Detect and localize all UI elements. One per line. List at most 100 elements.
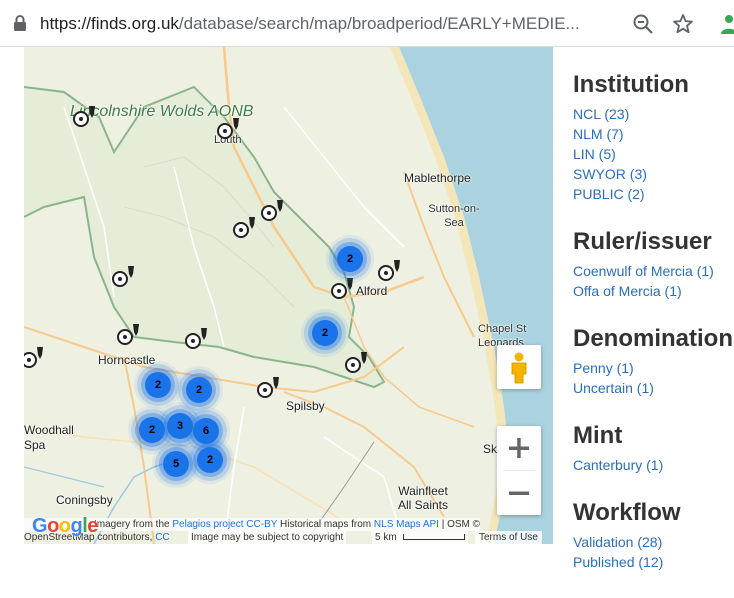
facet-item: NCL (23) xyxy=(573,104,734,124)
facet-mint: Mint Canterbury (1) xyxy=(573,421,734,475)
facet-link-public[interactable]: PUBLIC (2) xyxy=(573,186,645,202)
facet-item: Uncertain (1) xyxy=(573,378,734,398)
attribution-historical-text: Historical maps from xyxy=(277,519,374,530)
scale-bar xyxy=(402,534,465,541)
url-field[interactable]: https://finds.org.uk/database/search/map… xyxy=(40,12,615,36)
google-logo-letter: G xyxy=(32,515,48,537)
zoom-out-button[interactable] xyxy=(497,471,541,515)
marker-cluster[interactable]: 2 xyxy=(186,377,212,403)
cc-link[interactable]: CC xyxy=(155,532,169,543)
facet-title: Workflow xyxy=(573,499,681,526)
facet-link-coenwulf[interactable]: Coenwulf of Mercia (1) xyxy=(573,263,714,279)
bookmark-star-icon[interactable] xyxy=(671,12,695,36)
find-marker-icon[interactable] xyxy=(116,322,142,346)
label-horncastle: Horncastle xyxy=(98,353,156,367)
label-woodhall-spa: Woodhall Spa xyxy=(24,423,74,452)
map-attribution: Imagery from the Pelagios project CC-BY … xyxy=(24,515,553,544)
browser-address-bar: https://finds.org.uk/database/search/map… xyxy=(0,0,734,47)
url-path: /database/search/map/broadperiod/EARLY+M… xyxy=(178,14,580,33)
facet-link-swyor[interactable]: SWYOR (3) xyxy=(573,166,647,182)
attribution-imagery-text: Imagery from the xyxy=(94,519,173,530)
find-marker-icon[interactable] xyxy=(232,215,258,239)
marker-cluster[interactable]: 2 xyxy=(337,246,363,272)
facet-item: Published (12) xyxy=(573,552,734,572)
marker-cluster[interactable]: 2 xyxy=(312,320,338,346)
find-marker-icon[interactable] xyxy=(111,264,137,288)
find-marker-icon[interactable] xyxy=(216,116,242,140)
facet-list: Canterbury (1) xyxy=(573,455,734,475)
facet-institution: Institution NCL (23) NLM (7) LIN (5) SWY… xyxy=(573,70,734,204)
facet-link-nlm[interactable]: NLM (7) xyxy=(573,126,624,142)
facet-title: Mint xyxy=(573,422,623,449)
facet-link-ncl[interactable]: NCL (23) xyxy=(573,106,629,122)
marker-cluster[interactable]: 3 xyxy=(167,413,193,439)
facet-item: Validation (28) xyxy=(573,532,734,552)
find-marker-icon[interactable] xyxy=(330,276,356,300)
find-marker-icon[interactable] xyxy=(377,258,403,282)
lock-icon[interactable] xyxy=(12,14,28,32)
facet-item: Coenwulf of Mercia (1) xyxy=(573,261,734,281)
marker-cluster[interactable]: 5 xyxy=(163,451,189,477)
attribution-osm-text: | OSM © xyxy=(438,519,481,530)
label-coningsby: Coningsby xyxy=(56,493,113,507)
google-logo-letter: o xyxy=(47,515,59,537)
label-mablethorpe: Mablethorpe xyxy=(404,171,471,185)
facet-link-penny[interactable]: Penny (1) xyxy=(573,360,634,376)
google-logo-letter: g xyxy=(70,515,83,537)
facet-item: SWYOR (3) xyxy=(573,164,734,184)
zoom-icon[interactable] xyxy=(632,13,654,35)
google-logo-letter: e xyxy=(87,515,98,537)
facet-item: Penny (1) xyxy=(573,358,734,378)
facet-link-published[interactable]: Published (12) xyxy=(573,554,663,570)
facet-ruler-issuer: Ruler/issuer Coenwulf of Mercia (1) Offa… xyxy=(573,227,734,301)
facet-title: Institution xyxy=(573,71,689,98)
terms-of-use-link[interactable]: Terms of Use xyxy=(475,531,542,544)
ccby-link[interactable]: CC-BY xyxy=(246,519,277,530)
zoom-in-button[interactable] xyxy=(497,426,541,470)
facet-list: Penny (1) Uncertain (1) xyxy=(573,358,734,398)
facet-link-canterbury[interactable]: Canterbury (1) xyxy=(573,457,663,473)
label-alford: Alford xyxy=(356,284,388,298)
find-marker-icon[interactable] xyxy=(24,345,46,369)
marker-cluster[interactable]: 2 xyxy=(145,372,171,398)
pegman-icon xyxy=(511,352,527,384)
facet-item: Canterbury (1) xyxy=(573,455,734,475)
marker-cluster[interactable]: 2 xyxy=(197,447,223,473)
map-scale: 5 km xyxy=(372,531,468,544)
pelagios-link[interactable]: Pelagios project xyxy=(172,519,243,530)
extension-icon[interactable] xyxy=(719,13,734,35)
marker-cluster[interactable]: 2 xyxy=(139,417,165,443)
facet-link-uncertain[interactable]: Uncertain (1) xyxy=(573,380,654,396)
facet-list: Validation (28) Published (12) xyxy=(573,532,734,572)
facet-workflow: Workflow Validation (28) Published (12) xyxy=(573,498,734,572)
google-logo: Google xyxy=(32,515,98,538)
find-marker-icon[interactable] xyxy=(72,104,98,128)
facet-item: Offa of Mercia (1) xyxy=(573,281,734,301)
facet-item: PUBLIC (2) xyxy=(573,184,734,204)
find-marker-icon[interactable] xyxy=(184,326,210,350)
marker-cluster[interactable]: 6 xyxy=(193,418,219,444)
facet-title: Ruler/issuer xyxy=(573,228,712,255)
nls-maps-link[interactable]: NLS Maps API xyxy=(374,519,439,530)
facet-link-validation[interactable]: Validation (28) xyxy=(573,534,662,550)
find-marker-icon[interactable] xyxy=(260,198,286,222)
facet-title: Denomination xyxy=(573,325,733,352)
map-base-layer xyxy=(24,47,553,544)
facet-link-offa[interactable]: Offa of Mercia (1) xyxy=(573,283,682,299)
label-spilsby: Spilsby xyxy=(286,399,325,413)
image-copyright-notice: Image may be subject to copyright xyxy=(188,531,347,544)
google-logo-letter: o xyxy=(58,515,71,537)
url-host: https://finds.org.uk xyxy=(40,14,179,33)
street-view-pegman-button[interactable] xyxy=(497,345,541,389)
map-zoom-control xyxy=(497,426,541,515)
facet-link-lin[interactable]: LIN (5) xyxy=(573,146,616,162)
finds-map[interactable]: Lincolnshire Wolds AONB Louth Mablethorp… xyxy=(24,47,553,544)
label-wainfleet-all-saints: Wainfleet All Saints xyxy=(397,484,449,512)
find-marker-icon[interactable] xyxy=(344,350,370,374)
label-sutton-on-sea: Sutton-on-Sea xyxy=(428,203,480,229)
facet-list: Coenwulf of Mercia (1) Offa of Mercia (1… xyxy=(573,261,734,301)
facet-list: NCL (23) NLM (7) LIN (5) SWYOR (3) PUBLI… xyxy=(573,104,734,204)
facet-denomination: Denomination Penny (1) Uncertain (1) xyxy=(573,324,734,398)
facet-item: LIN (5) xyxy=(573,144,734,164)
find-marker-icon[interactable] xyxy=(256,375,282,399)
